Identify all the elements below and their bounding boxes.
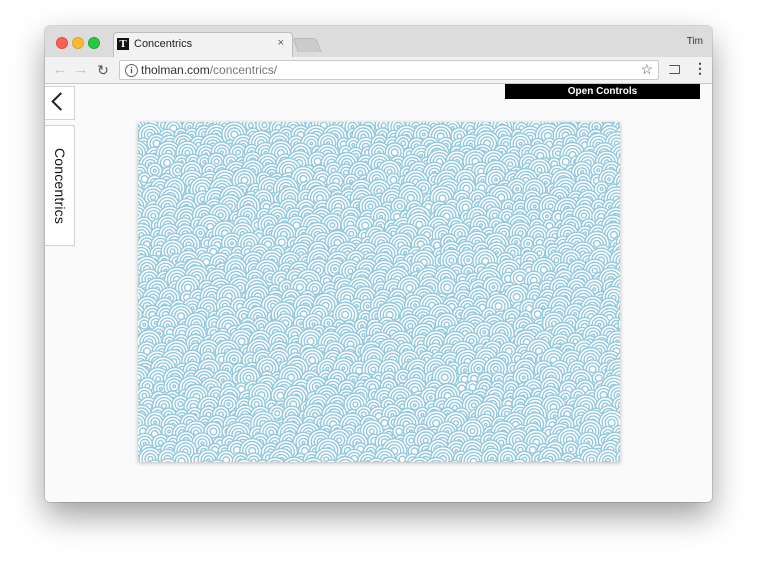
info-icon[interactable]: i	[125, 64, 138, 77]
tab-title: Concentrics	[134, 38, 193, 50]
cast-icon[interactable]	[669, 65, 680, 74]
project-title: Concentrics	[51, 147, 68, 224]
tab-strip: T Concentrics × Tim	[45, 26, 712, 58]
bookmark-star-icon[interactable]: ☆	[640, 61, 653, 78]
more-menu-icon[interactable]: ⋮	[693, 60, 707, 77]
url-path: /concentrics/	[209, 63, 278, 77]
project-title-tab: Concentrics	[45, 125, 75, 246]
new-tab-button[interactable]	[292, 38, 322, 52]
close-window-button[interactable]	[56, 37, 68, 49]
concentric-circles-pattern	[138, 122, 620, 462]
address-bar[interactable]: i tholman.com/concentrics/ ☆	[119, 60, 659, 80]
url-text: tholman.com/concentrics/	[141, 63, 277, 77]
tab-close-icon[interactable]: ×	[278, 37, 284, 49]
back-arrow-icon[interactable]: ←	[51, 60, 69, 80]
page-viewport: Concentrics Open Controls	[45, 84, 712, 502]
reload-icon[interactable]: ↻	[94, 60, 112, 80]
chevron-left-icon	[51, 92, 70, 111]
browser-window: T Concentrics × Tim ← → ↻ i tholman.com/…	[45, 26, 712, 502]
active-tab[interactable]: T Concentrics ×	[113, 32, 293, 58]
forward-arrow-icon[interactable]: →	[72, 60, 90, 80]
open-controls-button[interactable]: Open Controls	[505, 84, 700, 99]
concentrics-canvas[interactable]	[138, 122, 620, 462]
back-button[interactable]	[45, 86, 75, 120]
profile-name[interactable]: Tim	[687, 36, 703, 47]
favicon-icon: T	[117, 38, 129, 50]
minimize-window-button[interactable]	[72, 37, 84, 49]
url-host: tholman.com	[141, 63, 210, 77]
browser-toolbar: ← → ↻ i tholman.com/concentrics/ ☆ ⋮	[45, 57, 712, 84]
zoom-window-button[interactable]	[88, 37, 100, 49]
